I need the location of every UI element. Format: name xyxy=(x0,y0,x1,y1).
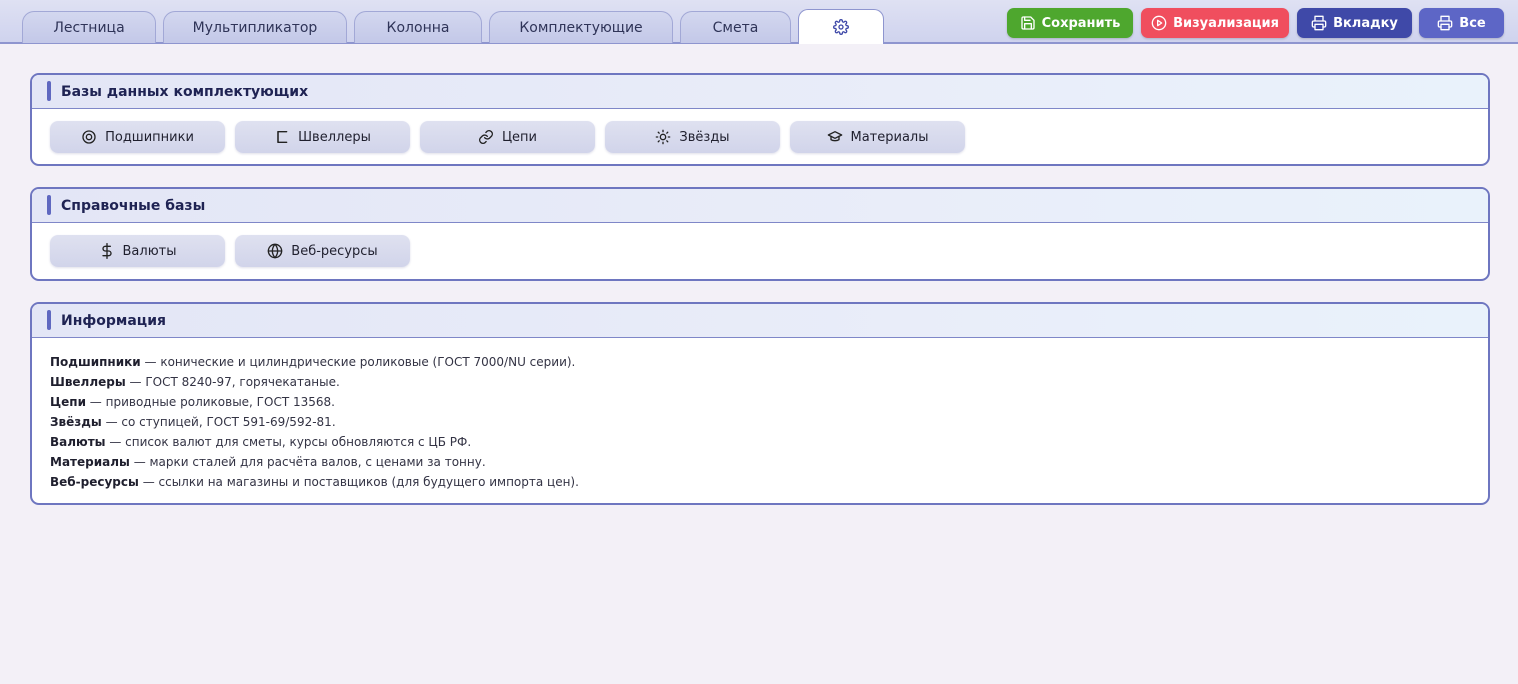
info-line: Веб-ресурсы — ссылки на магазины и поста… xyxy=(50,472,579,492)
visualize-button[interactable]: Визуализация xyxy=(1141,8,1289,38)
components-db-panel: Базы данных комплектующих Подшипники Шве… xyxy=(30,73,1490,166)
info-desc: — приводные роликовые, ГОСТ 13568. xyxy=(85,395,335,409)
material-icon xyxy=(827,131,842,142)
info-list: Подшипники — конические и цилиндрические… xyxy=(50,352,579,492)
panel-title: Базы данных комплектующих xyxy=(61,83,309,100)
tab-label: Лестница xyxy=(53,19,125,36)
tab-label: Колонна xyxy=(386,19,450,36)
visualize-label: Визуализация xyxy=(1173,15,1279,31)
info-term: Швеллеры xyxy=(50,375,126,389)
chains-button[interactable]: Цепи xyxy=(420,121,595,153)
button-label: Валюты xyxy=(122,243,177,259)
panel-header: Информация xyxy=(32,304,1488,338)
panel-title: Информация xyxy=(61,312,166,329)
info-desc: — марки сталей для расчёта валов, с цена… xyxy=(129,455,486,469)
tab-estimate[interactable]: Смета xyxy=(680,11,791,43)
button-label: Швеллеры xyxy=(298,129,371,145)
info-term: Материалы xyxy=(50,455,130,469)
tab-settings[interactable] xyxy=(798,9,884,44)
info-line: Швеллеры — ГОСТ 8240-97, горячекатаные. xyxy=(50,372,579,392)
button-label: Звёзды xyxy=(679,129,730,145)
button-label: Материалы xyxy=(850,129,929,145)
info-desc: — со ступицей, ГОСТ 591-69/592-81. xyxy=(101,415,336,429)
info-term: Цепи xyxy=(50,395,86,409)
info-desc: — список валют для сметы, курсы обновляю… xyxy=(105,435,472,449)
print-all-label: Все xyxy=(1459,15,1486,31)
save-button[interactable]: Сохранить xyxy=(1007,8,1133,38)
channels-button[interactable]: Швеллеры xyxy=(235,121,410,153)
button-label: Подшипники xyxy=(105,129,194,145)
info-term: Веб-ресурсы xyxy=(50,475,139,489)
info-line: Валюты — список валют для сметы, курсы о… xyxy=(50,432,579,452)
button-label: Веб-ресурсы xyxy=(291,243,378,259)
tab-components[interactable]: Комплектующие xyxy=(489,11,673,43)
printer-icon xyxy=(1437,15,1453,31)
header-accent xyxy=(47,310,51,330)
info-panel: Информация Подшипники — конические и цил… xyxy=(30,302,1490,505)
header-accent xyxy=(47,195,51,215)
info-term: Подшипники xyxy=(50,355,141,369)
play-circle-icon xyxy=(1151,15,1167,31)
tab-label: Мультипликатор xyxy=(192,19,318,36)
top-bar: Лестница Мультипликатор Колонна Комплект… xyxy=(0,0,1518,44)
info-line: Звёзды — со ступицей, ГОСТ 591-69/592-81… xyxy=(50,412,579,432)
info-desc: — конические и цилиндрические роликовые … xyxy=(140,355,576,369)
header-accent xyxy=(47,81,51,101)
gear-icon xyxy=(833,19,849,35)
bearing-icon xyxy=(82,130,96,144)
tab-multiplier[interactable]: Мультипликатор xyxy=(163,11,347,43)
currencies-button[interactable]: Валюты xyxy=(50,235,225,267)
info-term: Звёзды xyxy=(50,415,102,429)
floppy-disk-icon xyxy=(1020,16,1035,30)
info-desc: — ссылки на магазины и поставщиков (для … xyxy=(138,475,579,489)
web-resources-button[interactable]: Веб-ресурсы xyxy=(235,235,410,267)
panel-title: Справочные базы xyxy=(61,197,206,214)
tab-stairs[interactable]: Лестница xyxy=(22,11,156,43)
save-label: Сохранить xyxy=(1041,15,1121,31)
info-line: Цепи — приводные роликовые, ГОСТ 13568. xyxy=(50,392,579,412)
chain-link-icon xyxy=(479,130,493,144)
globe-icon xyxy=(267,243,283,259)
info-desc: — ГОСТ 8240-97, горячекатаные. xyxy=(125,375,340,389)
materials-button[interactable]: Материалы xyxy=(790,121,965,153)
tab-column[interactable]: Колонна xyxy=(354,11,482,43)
bearings-button[interactable]: Подшипники xyxy=(50,121,225,153)
print-all-button[interactable]: Все xyxy=(1419,8,1504,38)
info-term: Валюты xyxy=(50,435,106,449)
tab-label: Смета xyxy=(712,19,759,36)
panel-header: Базы данных комплектующих xyxy=(32,75,1488,109)
button-label: Цепи xyxy=(501,129,538,145)
print-tab-button[interactable]: Вкладку xyxy=(1297,8,1412,38)
print-tab-label: Вкладку xyxy=(1333,15,1398,31)
printer-icon xyxy=(1311,15,1327,31)
info-line: Подшипники — конические и цилиндрические… xyxy=(50,352,579,372)
reference-db-panel: Справочные базы Валюты Веб-ресурсы xyxy=(30,187,1490,281)
sprockets-button[interactable]: Звёзды xyxy=(605,121,780,153)
tab-label: Комплектующие xyxy=(519,19,643,36)
dollar-icon xyxy=(101,243,112,259)
info-line: Материалы — марки сталей для расчёта вал… xyxy=(50,452,579,472)
panel-header: Справочные базы xyxy=(32,189,1488,223)
sprocket-icon xyxy=(656,129,671,145)
channel-icon xyxy=(277,131,288,143)
